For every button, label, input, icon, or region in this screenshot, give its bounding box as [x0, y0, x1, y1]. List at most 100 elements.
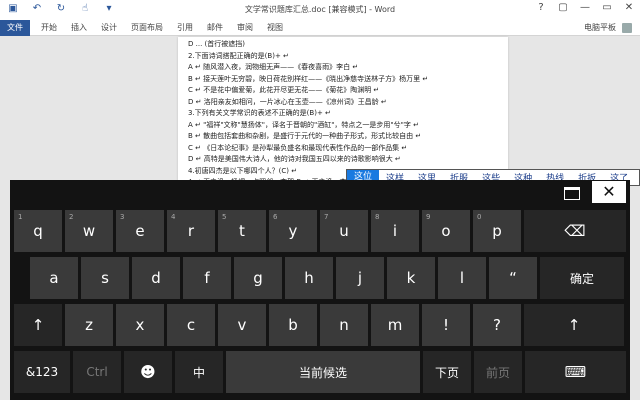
key-5-row3-label: n [339, 316, 349, 334]
enter-key[interactable]: 确定 [540, 257, 624, 299]
symbols-key-label: &123 [25, 365, 59, 379]
tab-insert[interactable]: 插入 [64, 20, 94, 36]
key-i-number: 8 [375, 213, 380, 221]
key-r[interactable]: 4r [167, 210, 215, 252]
user-name[interactable]: 电脑平板 [584, 20, 616, 36]
document-line[interactable]: A ↵ "福祥"文称"慧扬体"，译名于晋朝的"酒缸"，特点之一是步用"兮"字 ↵ [188, 120, 502, 132]
document-line[interactable]: B ↵ 散曲包括套曲和杂剧，是盛行于元代的一种曲子形式，形式比较自由 ↵ [188, 131, 502, 143]
document-line[interactable]: 3.下列有关文学常识的表述不正确的是(B)+ ↵ [188, 108, 502, 120]
key-6-row2[interactable]: j [336, 257, 384, 299]
key-q-number: 1 [18, 213, 23, 221]
key-r-label: r [187, 222, 195, 240]
key-i[interactable]: 8i [371, 210, 419, 252]
emoji-key[interactable]: ☻ [124, 351, 172, 393]
tab-references[interactable]: 引用 [170, 20, 200, 36]
key-4-row3[interactable]: b [269, 304, 317, 346]
tab-review[interactable]: 审阅 [230, 20, 260, 36]
key-5-row3[interactable]: n [320, 304, 368, 346]
space-key-label: 当前候选 [298, 365, 347, 380]
key-p-number: 0 [477, 213, 482, 221]
tab-file[interactable]: 文件 [0, 20, 30, 36]
tab-view[interactable]: 视图 [260, 20, 290, 36]
key-y[interactable]: 6y [269, 210, 317, 252]
tab-layout[interactable]: 页面布局 [124, 20, 170, 36]
key-o[interactable]: 9o [422, 210, 470, 252]
keyboard-switch-key[interactable]: ⌨ [525, 351, 626, 393]
help-icon[interactable]: ? [534, 2, 548, 13]
document-line[interactable]: A ↵ 随风潜入夜，润物细无声——《春夜喜雨》李白 ↵ [188, 62, 502, 74]
close-window-icon[interactable]: ✕ [622, 2, 636, 13]
window-controls: ? ▢ — ▭ ✕ [534, 2, 636, 13]
minimize-icon[interactable]: — [578, 2, 592, 13]
key-u-number: 7 [324, 213, 329, 221]
key-8-row3-label: ? [493, 316, 501, 334]
close-keyboard-button[interactable]: ✕ [592, 181, 626, 203]
document-line[interactable]: B ↵ 接天莲叶无穷碧，映日荷花别样红——《晓出净慈寺送林子方》杨万里 ↵ [188, 74, 502, 86]
key-3-row3[interactable]: v [218, 304, 266, 346]
document-line[interactable]: D ↵ 洛阳亲友如相问，一片冰心在玉壶——《凉州词》王昌龄 ↵ [188, 97, 502, 109]
key-0-row3[interactable]: z [65, 304, 113, 346]
key-p-label: p [492, 222, 502, 240]
key-q-label: q [33, 222, 43, 240]
key-y-label: y [288, 222, 298, 240]
key-e[interactable]: 3e [116, 210, 164, 252]
language-key[interactable]: 中 [175, 351, 223, 393]
key-i-label: i [392, 222, 398, 240]
document-line[interactable]: D ↵ 高特是美国伟大诗人，他的诗对我国五四以来的诗歌影响很大 ↵ [188, 154, 502, 166]
key-6-row3-label: m [387, 316, 403, 334]
key-9-row2[interactable]: “ [489, 257, 537, 299]
avatar[interactable] [622, 23, 632, 33]
ribbon: 文件 开始 插入 设计 页面布局 引用 邮件 审阅 视图 电脑平板 [0, 20, 640, 36]
shift-key-left[interactable]: ↑ [14, 304, 62, 346]
next-page-key-label: 下页 [434, 365, 459, 380]
enter-key-label: 确定 [569, 271, 594, 286]
key-2-row2[interactable]: d [132, 257, 180, 299]
key-3-row2[interactable]: f [183, 257, 231, 299]
ribbon-tabs: 开始 插入 设计 页面布局 引用 邮件 审阅 视图 [34, 20, 290, 36]
maximize-icon[interactable]: ▭ [600, 2, 614, 13]
document-line[interactable]: C ↵ 不是花中偏爱菊，此花开尽更无花——《菊花》陶渊明 ↵ [188, 85, 502, 97]
key-3-row3-label: v [237, 316, 247, 334]
key-5-row2[interactable]: h [285, 257, 333, 299]
space-key[interactable]: 当前候选 [226, 351, 420, 393]
document-line[interactable]: D ... (首行被遮挡) [188, 39, 502, 51]
prev-page-key-label: 前页 [485, 365, 510, 380]
tab-mailings[interactable]: 邮件 [200, 20, 230, 36]
key-0-row2[interactable]: a [30, 257, 78, 299]
key-t-label: t [239, 222, 245, 240]
key-1-row2[interactable]: s [81, 257, 129, 299]
key-0-row3-label: z [85, 316, 93, 334]
key-7-row3[interactable]: ! [422, 304, 470, 346]
key-4-row3-label: b [288, 316, 298, 334]
backspace-key-label: ⌫ [564, 222, 586, 240]
key-2-row3[interactable]: c [167, 304, 215, 346]
key-4-row2[interactable]: g [234, 257, 282, 299]
key-9-row2-label: “ [509, 269, 517, 287]
key-1-row3[interactable]: x [116, 304, 164, 346]
backspace-key[interactable]: ⌫ [524, 210, 626, 252]
key-u[interactable]: 7u [320, 210, 368, 252]
key-6-row3[interactable]: m [371, 304, 419, 346]
key-2-row3-label: c [186, 316, 196, 334]
ctrl-key[interactable]: Ctrl [73, 351, 121, 393]
key-t[interactable]: 5t [218, 210, 266, 252]
key-8-row3[interactable]: ? [473, 304, 521, 346]
dock-keyboard-icon[interactable] [556, 182, 586, 202]
key-7-row2[interactable]: k [387, 257, 435, 299]
key-3-row2-label: f [204, 269, 210, 287]
key-o-label: o [441, 222, 451, 240]
key-w[interactable]: 2w [65, 210, 113, 252]
document-line[interactable]: C ↵ 《日本论纪事》是孙犁最负盛名和最现代表性作品的一部作品集 ↵ [188, 143, 502, 155]
shift-key-right[interactable]: ↑ [524, 304, 624, 346]
language-key-label: 中 [192, 365, 205, 380]
tab-home[interactable]: 开始 [34, 20, 64, 36]
key-8-row2[interactable]: l [438, 257, 486, 299]
tab-design[interactable]: 设计 [94, 20, 124, 36]
key-p[interactable]: 0p [473, 210, 521, 252]
next-page-key[interactable]: 下页 [423, 351, 471, 393]
key-q[interactable]: 1q [14, 210, 62, 252]
symbols-key[interactable]: &123 [14, 351, 70, 393]
document-line[interactable]: 2.下面诗词搭配正确的是(B)+ ↵ [188, 51, 502, 63]
prev-page-key[interactable]: 前页 [474, 351, 522, 393]
ribbon-display-icon[interactable]: ▢ [556, 2, 570, 13]
